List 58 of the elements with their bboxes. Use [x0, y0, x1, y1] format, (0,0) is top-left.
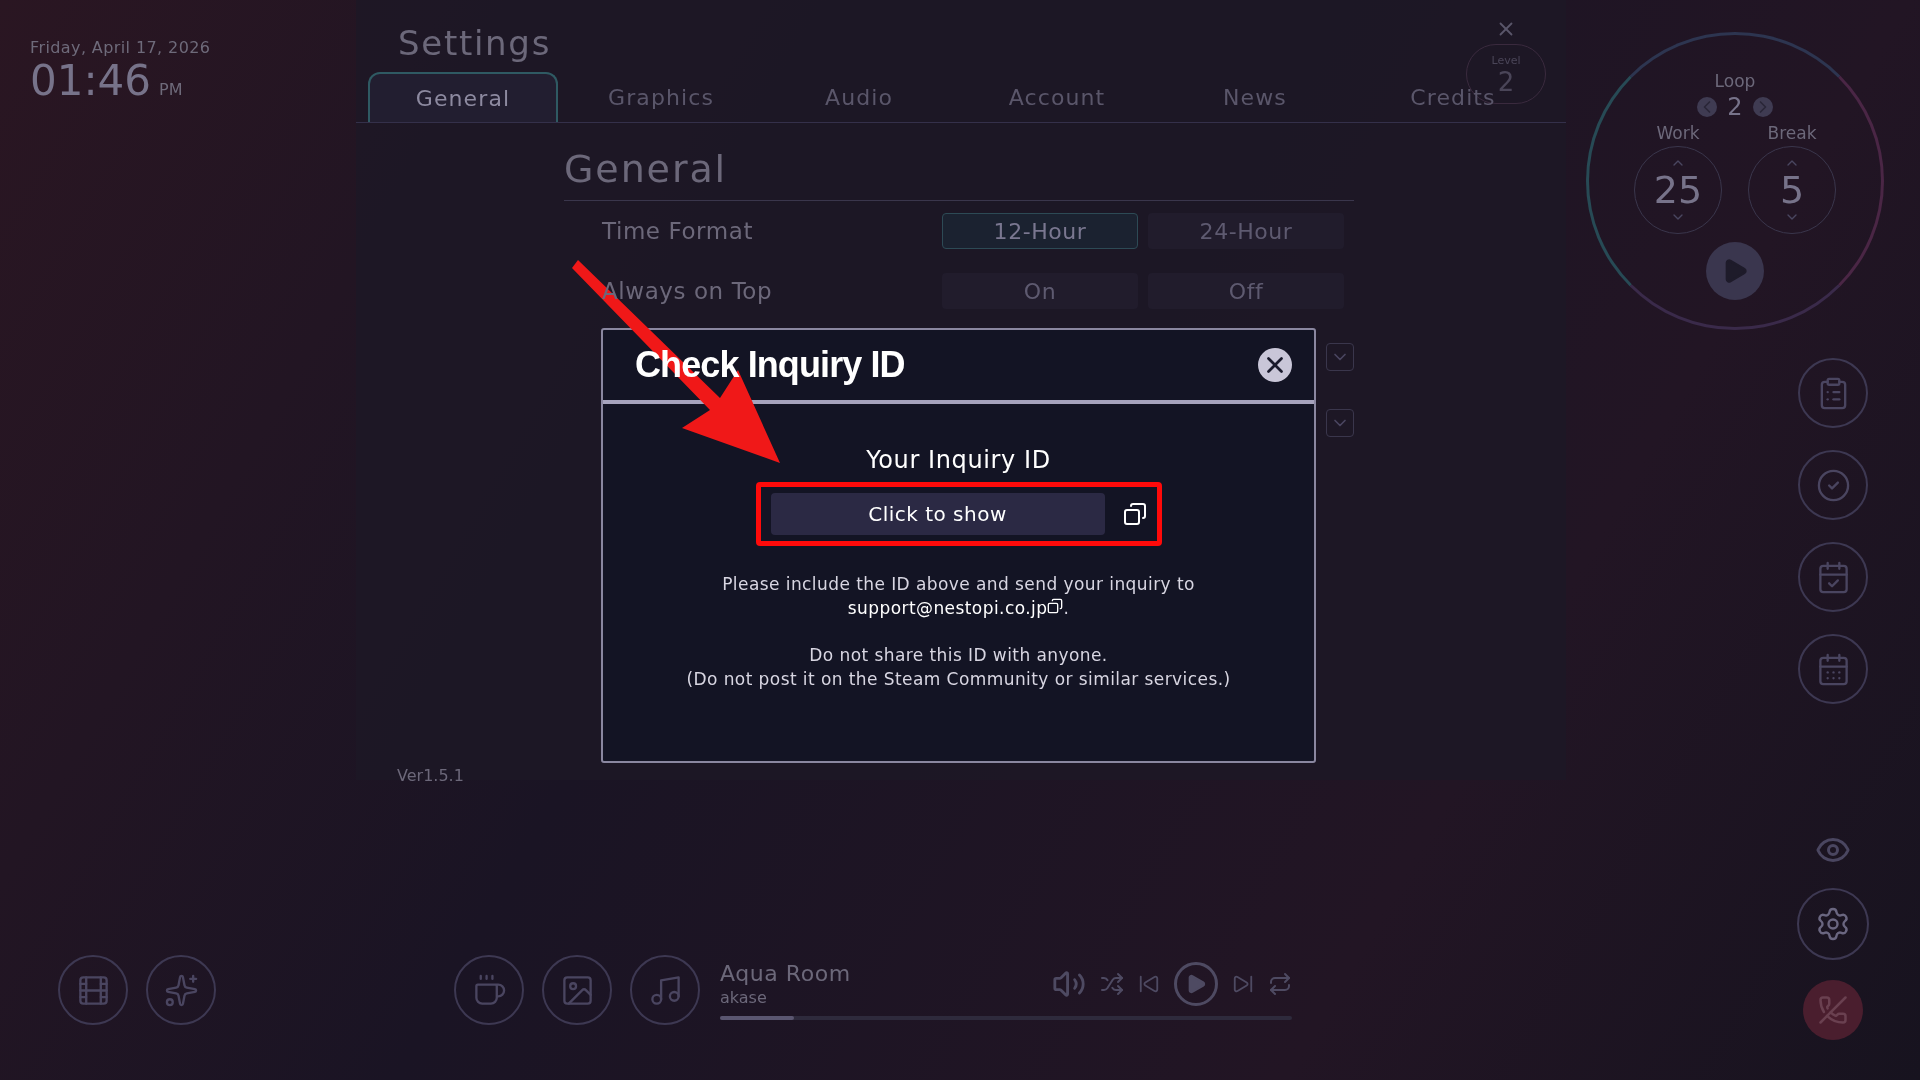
section-heading: General [564, 123, 1354, 201]
copy-icon[interactable] [1047, 598, 1064, 614]
play-button[interactable] [1174, 962, 1218, 1006]
privacy-warning: Do not share this ID with anyone. (Do not post it on the Steam Community or similar services.) [685, 644, 1232, 691]
dropdown-chevron-icon[interactable] [1326, 409, 1354, 437]
break-label: Break [1767, 121, 1817, 145]
email-link[interactable]: support@nestopi.co.jp [847, 598, 1048, 618]
break-minutes: 5 [1779, 171, 1805, 209]
previous-icon[interactable] [1138, 973, 1160, 995]
check-circle-icon [1815, 467, 1851, 503]
work-minutes: 25 [1653, 171, 1703, 209]
shuffle-icon[interactable] [1100, 972, 1124, 996]
dialog-subtitle: Your Inquiry ID [866, 445, 1051, 476]
sparkles-button[interactable] [146, 955, 216, 1025]
work-label: Work [1656, 121, 1700, 145]
settings-icon [1815, 906, 1851, 942]
settings-tab[interactable]: News [1160, 72, 1350, 122]
setting-label: Time Format [602, 216, 754, 246]
hang-up-button[interactable] [1803, 980, 1863, 1040]
option-button[interactable]: 12-Hour [942, 213, 1138, 249]
copy-icon[interactable] [1122, 502, 1147, 526]
inquiry-instructions: Please include the ID above and send your inquiry to support@nestopi.co.jp . [721, 573, 1196, 620]
repeat-icon[interactable] [1268, 972, 1292, 996]
track-title: Aqua Room [720, 960, 851, 988]
settings-tab[interactable]: Graphics [566, 72, 756, 122]
next-icon[interactable] [1232, 973, 1254, 995]
dropdown-chevron-icon[interactable] [1326, 343, 1354, 371]
settings-title: Settings [398, 22, 552, 65]
option-button[interactable]: Off [1148, 273, 1344, 309]
music-note-button[interactable] [630, 955, 700, 1025]
chevron-left-icon[interactable] [1697, 96, 1718, 117]
calendar-check-button[interactable] [1798, 542, 1868, 612]
sparkles-icon [163, 972, 199, 1008]
clock-meridiem: PM [159, 79, 183, 101]
clock-time: 01:46 [30, 60, 152, 102]
loop-count: 2 [1727, 94, 1743, 119]
picture-button[interactable] [542, 955, 612, 1025]
settings-button[interactable] [1797, 888, 1869, 960]
loop-label: Loop [1714, 70, 1756, 93]
notepad-button[interactable] [1798, 358, 1868, 428]
coffee-cup-button[interactable] [454, 955, 524, 1025]
settings-tab[interactable]: General [368, 72, 558, 122]
settings-tab[interactable]: Account [962, 72, 1152, 122]
show-id-button[interactable]: Click to show [770, 493, 1105, 535]
track-artist: akase [720, 987, 768, 1008]
phone-icon [1818, 995, 1848, 1025]
option-button[interactable]: On [942, 273, 1138, 309]
settings-tab[interactable]: Audio [764, 72, 954, 122]
check-circle-button[interactable] [1798, 450, 1868, 520]
close-button[interactable] [1258, 348, 1292, 382]
calendar-button[interactable] [1798, 634, 1868, 704]
date-text: Friday, April 17, 2026 [30, 37, 212, 59]
version-label: Ver1.5.1 [396, 765, 465, 787]
film-button[interactable] [58, 955, 128, 1025]
email-period: . [1063, 598, 1070, 618]
progress-track[interactable] [720, 1015, 1292, 1020]
chevron-right-icon[interactable] [1752, 96, 1773, 117]
option-button[interactable]: 24-Hour [1148, 213, 1344, 249]
